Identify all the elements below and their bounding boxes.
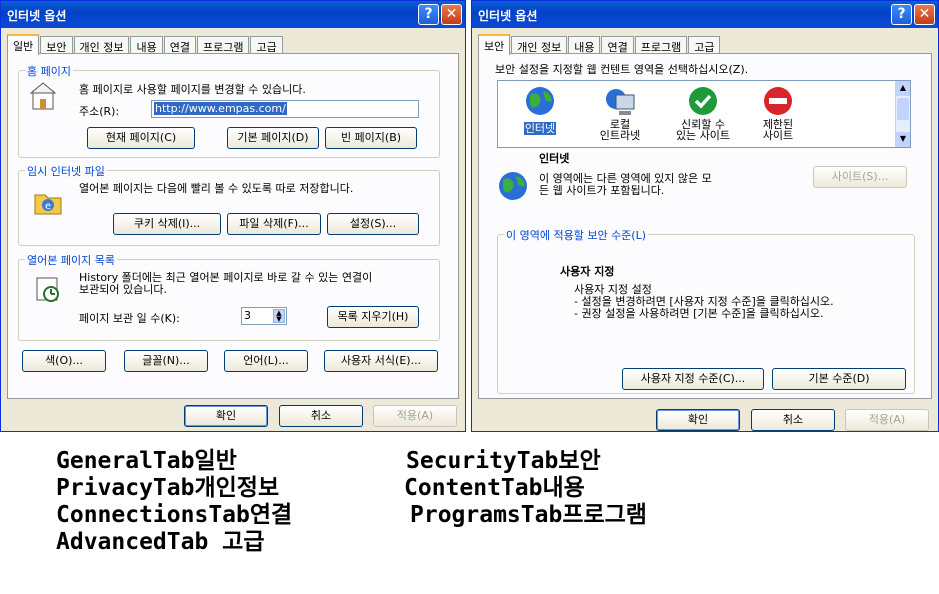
fonts-button[interactable]: 글꼴(N)... xyxy=(124,350,208,372)
close-button[interactable]: ✕ xyxy=(914,4,935,25)
zone-prompt: 보안 설정을 지정할 웹 컨텐트 영역을 선택하십시오(Z). xyxy=(495,63,749,76)
tab-strip: 일반 보안 개인 정보 내용 연결 프로그램 고급 xyxy=(7,34,284,55)
default-level-button[interactable]: 기본 수준(D) xyxy=(772,368,906,390)
home-page-group: 홈 페이지 홈 페이지로 사용할 페이지를 변경할 수 있습니다. 주소(R):… xyxy=(18,63,440,158)
window-title: 인터넷 옵션 xyxy=(478,9,538,23)
temp-files-settings-button[interactable]: 설정(S)... xyxy=(327,213,419,235)
tab-advanced[interactable]: 고급 xyxy=(688,36,721,54)
cancel-button[interactable]: 취소 xyxy=(751,409,835,431)
tab-privacy[interactable]: 개인 정보 xyxy=(511,36,568,54)
sites-button[interactable]: 사이트(S)... xyxy=(813,166,907,188)
ok-button[interactable]: 확인 xyxy=(184,405,268,427)
zone-trusted-sites[interactable]: 신뢰할 수 있는 사이트 xyxy=(666,85,740,141)
clear-history-button[interactable]: 목록 지우기(H) xyxy=(327,306,419,328)
tab-content[interactable]: 내용 xyxy=(568,36,601,54)
internet-options-window-general: 인터넷 옵션 ? ✕ 일반 보안 개인 정보 내용 연결 프로그램 고급 홈 페… xyxy=(0,0,466,432)
ok-button[interactable]: 확인 xyxy=(656,409,740,431)
scroll-down-arrow-icon[interactable]: ▼ xyxy=(896,132,910,147)
tab-advanced[interactable]: 고급 xyxy=(250,36,283,54)
help-button[interactable]: ? xyxy=(891,4,912,25)
scrollbar-thumb[interactable] xyxy=(897,98,909,120)
computer-icon xyxy=(606,89,635,115)
cancel-button[interactable]: 취소 xyxy=(279,405,363,427)
delete-cookies-button[interactable]: 쿠키 삭제(I)... xyxy=(113,213,221,235)
globe-icon xyxy=(499,172,527,200)
zone-local-intranet[interactable]: 로컬 인트라넷 xyxy=(586,85,654,141)
zone-local-intranet-label-line2: 인트라넷 xyxy=(599,129,641,142)
history-group: 열어본 페이지 목록 History 폴더에는 최근 열어본 페이지로 바로 갈… xyxy=(18,252,440,341)
use-current-button[interactable]: 현재 페이지(C) xyxy=(87,127,195,149)
zone-internet-label: 인터넷 xyxy=(523,122,557,135)
tab-connections[interactable]: 연결 xyxy=(163,36,196,54)
days-to-keep-spinner[interactable]: 3 ▲ ▼ xyxy=(241,307,287,325)
home-page-icon xyxy=(29,82,57,110)
security-level-group: 이 영역에 적용할 보안 수준(L) 사용자 지정 사용자 지정 설정 - 설정… xyxy=(497,227,915,394)
history-icon xyxy=(36,277,59,302)
tab-connections[interactable]: 연결 xyxy=(601,36,634,54)
security-level-line3: - 권장 설정을 사용하려면 [기본 수준]을 클릭하십시오. xyxy=(574,307,824,320)
accessibility-button[interactable]: 사용자 서식(E)... xyxy=(324,350,438,372)
tab-privacy[interactable]: 개인 정보 xyxy=(73,36,130,54)
svg-text:e: e xyxy=(45,201,51,212)
legend-advanced: AdvancedTab 고급 xyxy=(56,529,265,555)
days-to-keep-value: 3 xyxy=(244,309,251,322)
home-page-description: 홈 페이지로 사용할 페이지를 변경할 수 있습니다. xyxy=(79,83,306,96)
scroll-up-arrow-icon[interactable]: ▲ xyxy=(896,81,910,96)
custom-level-button[interactable]: 사용자 지정 수준(C)... xyxy=(622,368,764,390)
zone-trusted-sites-label-line2: 있는 사이트 xyxy=(675,129,731,142)
help-button[interactable]: ? xyxy=(418,4,439,25)
close-button[interactable]: ✕ xyxy=(441,4,462,25)
title-bar[interactable]: 인터넷 옵션 ? ✕ xyxy=(1,1,465,28)
tab-programs[interactable]: 프로그램 xyxy=(196,36,250,54)
zone-restricted-sites-label-line2: 사이트 xyxy=(762,129,794,142)
selected-zone-name: 인터넷 xyxy=(539,152,570,165)
days-to-keep-label: 페이지 보관 일 수(K): xyxy=(79,312,180,325)
colors-button[interactable]: 색(O)... xyxy=(22,350,106,372)
check-icon xyxy=(689,87,717,115)
restricted-icon xyxy=(764,87,792,115)
spinner-arrows-icon[interactable]: ▲ ▼ xyxy=(273,309,285,323)
general-tab-panel: 홈 페이지 홈 페이지로 사용할 페이지를 변경할 수 있습니다. 주소(R):… xyxy=(7,53,459,399)
delete-files-button[interactable]: 파일 삭제(F)... xyxy=(227,213,321,235)
zone-description-line2: 든 웹 사이트가 포함됩니다. xyxy=(539,184,665,197)
tab-strip: 보안 개인 정보 내용 연결 프로그램 고급 xyxy=(478,34,721,55)
temp-files-icon: e xyxy=(34,194,62,215)
temp-files-group: 임시 인터넷 파일 e 열어본 페이지는 다음에 빨리 볼 수 있도록 따로 저… xyxy=(18,163,440,246)
zone-list[interactable]: 인터넷 로컬 인트라넷 신뢰할 수 있는 사이트 제한된 사이트 ▲ ▼ xyxy=(497,80,911,148)
security-tab-panel: 보안 설정을 지정할 웹 컨텐트 영역을 선택하십시오(Z). 인터넷 로컬 인… xyxy=(478,53,932,399)
history-group-title: 열어본 페이지 목록 xyxy=(25,252,117,268)
use-blank-button[interactable]: 빈 페이지(B) xyxy=(325,127,417,149)
zone-restricted-sites[interactable]: 제한된 사이트 xyxy=(746,85,810,141)
legend-programs: ProgramsTab프로그램 xyxy=(410,502,647,528)
languages-button[interactable]: 언어(L)... xyxy=(224,350,308,372)
address-label: 주소(R): xyxy=(79,105,120,118)
temp-files-description: 열어본 페이지는 다음에 빨리 볼 수 있도록 따로 저장합니다. xyxy=(79,182,354,195)
history-description-line2: 보관되어 있습니다. xyxy=(79,283,167,296)
zone-list-scrollbar[interactable]: ▲ ▼ xyxy=(895,81,910,147)
internet-options-window-security: 인터넷 옵션 ? ✕ 보안 개인 정보 내용 연결 프로그램 고급 보안 설정을… xyxy=(471,0,939,432)
home-page-group-title: 홈 페이지 xyxy=(25,63,73,79)
globe-icon xyxy=(526,87,554,115)
tab-content[interactable]: 내용 xyxy=(130,36,163,54)
tab-general[interactable]: 일반 xyxy=(7,34,40,55)
security-level-title: 사용자 지정 xyxy=(560,265,615,278)
apply-button[interactable]: 적용(A) xyxy=(845,409,929,431)
zone-internet[interactable]: 인터넷 xyxy=(508,85,572,136)
apply-button[interactable]: 적용(A) xyxy=(373,405,457,427)
temp-files-group-title: 임시 인터넷 파일 xyxy=(25,163,107,179)
security-level-group-title: 이 영역에 적용할 보안 수준(L) xyxy=(504,227,649,243)
title-bar[interactable]: 인터넷 옵션 ? ✕ xyxy=(472,1,938,28)
window-title: 인터넷 옵션 xyxy=(7,9,67,23)
tab-security[interactable]: 보안 xyxy=(40,36,73,54)
tab-security[interactable]: 보안 xyxy=(478,34,511,55)
use-default-button[interactable]: 기본 페이지(D) xyxy=(227,127,319,149)
home-page-address-input[interactable]: http://www.empas.com/ xyxy=(151,100,419,118)
tab-programs[interactable]: 프로그램 xyxy=(634,36,688,54)
